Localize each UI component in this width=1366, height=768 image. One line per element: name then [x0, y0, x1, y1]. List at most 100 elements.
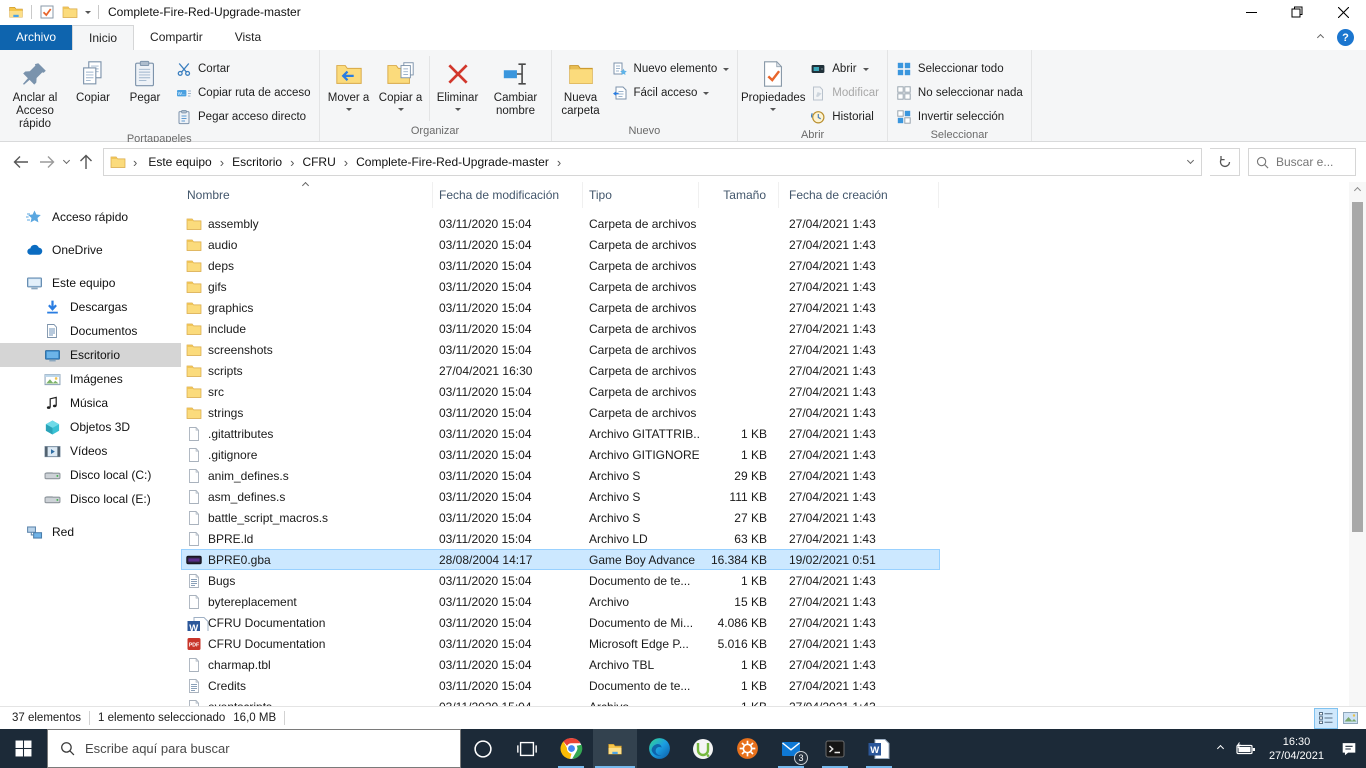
file-row[interactable]: bytereplacement03/11/2020 15:04Archivo15… [181, 591, 940, 612]
properties-quick-icon[interactable] [39, 4, 55, 20]
breadcrumb-separator[interactable]: › [218, 155, 226, 170]
sidebar-item-m-sica[interactable]: Música [0, 391, 181, 415]
tab-compartir[interactable]: Compartir [134, 25, 219, 50]
sidebar-item-este-equipo[interactable]: Este equipo [0, 271, 181, 295]
file-row[interactable]: WCFRU Documentation03/11/2020 15:04Docum… [181, 612, 940, 633]
file-row[interactable]: battle_script_macros.s03/11/2020 15:04Ar… [181, 507, 940, 528]
breadcrumb-segment[interactable]: Este equipo [144, 153, 215, 171]
taskbar-clock[interactable]: 16:30 27/04/2021 [1269, 735, 1324, 763]
up-button[interactable] [77, 154, 95, 170]
cut-button[interactable]: Cortar [171, 57, 316, 81]
wheel-app-taskbar-button[interactable] [725, 729, 769, 768]
back-button[interactable] [12, 155, 30, 169]
forward-button[interactable] [38, 155, 56, 169]
file-row[interactable]: graphics03/11/2020 15:04Carpeta de archi… [181, 297, 940, 318]
select-all-button[interactable]: Seleccionar todo [891, 57, 1028, 81]
battery-icon[interactable] [1235, 742, 1257, 756]
properties-button[interactable]: Propiedades [741, 52, 805, 129]
file-row[interactable]: Credits03/11/2020 15:04Documento de te..… [181, 675, 940, 696]
sidebar-item-v-deos[interactable]: Vídeos [0, 439, 181, 463]
copy-path-button[interactable]: W... Copiar ruta de acceso [171, 81, 316, 105]
edit-button[interactable]: Modificar [805, 81, 884, 105]
new-item-button[interactable]: Nuevo elemento [607, 57, 735, 81]
taskbar-search[interactable]: Escribe aquí para buscar [47, 729, 461, 768]
collapse-ribbon-icon[interactable] [1317, 34, 1324, 41]
qat-customize-caret[interactable] [85, 11, 91, 17]
delete-button[interactable]: Eliminar [432, 52, 484, 125]
cmd-taskbar-button[interactable] [813, 729, 857, 768]
column-header-3[interactable]: Tamaño [699, 182, 779, 208]
open-button[interactable]: Abrir [805, 57, 884, 81]
file-row[interactable]: screenshots03/11/2020 15:04Carpeta de ar… [181, 339, 940, 360]
breadcrumb-segment[interactable]: CFRU [298, 153, 339, 171]
breadcrumb-separator[interactable]: › [342, 155, 350, 170]
search-box[interactable]: Buscar e... [1248, 148, 1356, 176]
file-row[interactable]: asm_defines.s03/11/2020 15:04Archivo S11… [181, 486, 940, 507]
move-to-button[interactable]: Mover a [323, 52, 375, 125]
breadcrumb-separator[interactable]: › [555, 155, 563, 170]
copy-button[interactable]: Copiar [67, 52, 119, 133]
chrome-taskbar-button[interactable] [549, 729, 593, 768]
file-row[interactable]: eventscripts03/11/2020 15:04Archivo1 KB2… [181, 696, 940, 706]
help-icon[interactable] [1337, 29, 1354, 46]
file-row[interactable]: strings03/11/2020 15:04Carpeta de archiv… [181, 402, 940, 423]
file-row[interactable]: audio03/11/2020 15:04Carpeta de archivos… [181, 234, 940, 255]
paste-button[interactable]: Pegar [119, 52, 171, 133]
rename-button[interactable]: Cambiar nombre [484, 52, 548, 125]
restore-button[interactable] [1274, 0, 1320, 24]
file-row[interactable]: .gitignore03/11/2020 15:04Archivo GITIGN… [181, 444, 940, 465]
column-header-1[interactable]: Fecha de modificación [433, 182, 583, 208]
breadcrumb-segment[interactable]: Complete-Fire-Red-Upgrade-master [352, 153, 553, 171]
easy-access-button[interactable]: Fácil acceso [607, 81, 735, 105]
file-row[interactable]: scripts27/04/2021 16:30Carpeta de archiv… [181, 360, 940, 381]
history-button[interactable]: Historial [805, 105, 884, 129]
file-row[interactable]: BPRE.ld03/11/2020 15:04Archivo LD63 KB27… [181, 528, 940, 549]
refresh-button[interactable] [1210, 148, 1240, 176]
action-center-icon[interactable] [1340, 740, 1358, 758]
vertical-scrollbar[interactable] [1349, 182, 1366, 706]
details-view-button[interactable] [1314, 708, 1338, 729]
new-folder-quick-icon[interactable] [62, 4, 78, 20]
sidebar-item-acceso-r-pido[interactable]: Acceso rápido [0, 205, 181, 229]
sidebar-item-im-genes[interactable]: Imágenes [0, 367, 181, 391]
word-taskbar-button[interactable]: W [857, 729, 901, 768]
sidebar-item-descargas[interactable]: Descargas [0, 295, 181, 319]
sidebar-item-disco-local-c-[interactable]: Disco local (C:) [0, 463, 181, 487]
column-header-2[interactable]: Tipo [583, 182, 699, 208]
scrollbar-thumb[interactable] [1352, 202, 1363, 532]
new-folder-button[interactable]: Nueva carpeta [555, 52, 607, 125]
sidebar-item-objetos-3d[interactable]: Objetos 3D [0, 415, 181, 439]
start-button[interactable] [0, 729, 47, 768]
hidden-icons-chevron[interactable] [1217, 745, 1224, 752]
minimize-button[interactable] [1228, 0, 1274, 24]
column-header-4[interactable]: Fecha de creación [779, 182, 939, 208]
invert-selection-button[interactable]: Invertir selección [891, 105, 1028, 129]
file-row[interactable]: BPRE0.gba28/08/2004 14:17Game Boy Advanc… [181, 549, 940, 570]
pin-to-quick-access-button[interactable]: Anclar al Acceso rápido [3, 52, 67, 133]
file-row[interactable]: src03/11/2020 15:04Carpeta de archivos27… [181, 381, 940, 402]
file-row[interactable]: .gitattributes03/11/2020 15:04Archivo GI… [181, 423, 940, 444]
file-row[interactable]: include03/11/2020 15:04Carpeta de archiv… [181, 318, 940, 339]
tab-inicio[interactable]: Inicio [72, 25, 134, 50]
file-row[interactable]: anim_defines.s03/11/2020 15:04Archivo S2… [181, 465, 940, 486]
file-row[interactable]: assembly03/11/2020 15:04Carpeta de archi… [181, 213, 940, 234]
large-icons-view-button[interactable] [1338, 708, 1362, 729]
sidebar-item-documentos[interactable]: Documentos [0, 319, 181, 343]
address-dropdown-caret[interactable] [1187, 157, 1194, 164]
paste-shortcut-button[interactable]: Pegar acceso directo [171, 105, 316, 129]
tab-archivo[interactable]: Archivo [0, 25, 72, 50]
select-none-button[interactable]: No seleccionar nada [891, 81, 1028, 105]
sidebar-item-red[interactable]: Red [0, 520, 181, 544]
sidebar-item-disco-local-e-[interactable]: Disco local (E:) [0, 487, 181, 511]
edge-taskbar-button[interactable] [637, 729, 681, 768]
mail-taskbar-button[interactable]: 3 [769, 729, 813, 768]
address-box[interactable]: › Este equipo›Escritorio›CFRU›Complete-F… [103, 148, 1202, 176]
sidebar-item-escritorio[interactable]: Escritorio [0, 343, 181, 367]
utorrent-taskbar-button[interactable] [681, 729, 725, 768]
file-row[interactable]: Bugs03/11/2020 15:04Documento de te...1 … [181, 570, 940, 591]
file-row[interactable]: deps03/11/2020 15:04Carpeta de archivos2… [181, 255, 940, 276]
copy-to-button[interactable]: Copiar a [375, 52, 427, 125]
scroll-up-arrow[interactable] [1349, 182, 1366, 199]
breadcrumb-segment[interactable]: Escritorio [228, 153, 286, 171]
file-row[interactable]: gifs03/11/2020 15:04Carpeta de archivos2… [181, 276, 940, 297]
